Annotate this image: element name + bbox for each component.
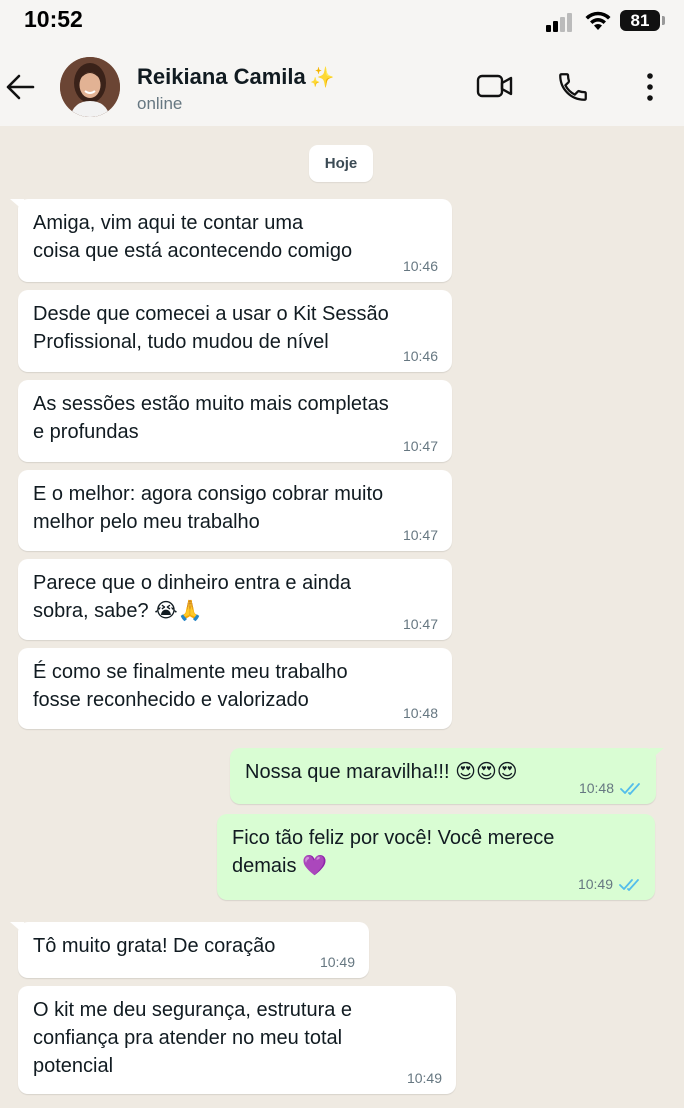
message-bubble-incoming[interactable]: Desde que comecei a usar o Kit Sessão Pr… — [18, 290, 452, 372]
video-call-icon[interactable] — [476, 72, 514, 105]
message-time: 10:47 — [402, 616, 438, 632]
bubble-tail — [650, 748, 664, 760]
message-time: 10:48 — [402, 705, 438, 721]
contact-status: online — [137, 94, 183, 113]
message-time: 10:46 — [402, 348, 438, 364]
double-check-icon — [620, 783, 640, 795]
message-text: Tô muito grata! De coração — [33, 935, 276, 957]
double-check-icon — [619, 879, 639, 891]
bubble-tail — [10, 199, 24, 211]
message-bubble-incoming[interactable]: Tô muito grata! De coração 10:49 — [10, 922, 369, 978]
message-bubble-incoming[interactable]: É como se finalmente meu trabalho fosse … — [18, 648, 452, 729]
chat-header: Reikiana Camila ✨ online — [0, 44, 684, 126]
back-arrow-icon[interactable] — [4, 72, 36, 107]
message-time: 10:49 — [406, 1070, 442, 1086]
message-time: 10:46 — [402, 258, 438, 274]
contact-name-text: Reikiana Camila — [137, 64, 306, 89]
avatar[interactable] — [60, 57, 120, 117]
message-time: 10:48 — [578, 780, 614, 796]
date-chip: Hoje — [309, 145, 373, 182]
battery-level: 81 — [630, 11, 650, 30]
message-text: E o melhor: agora consigo cobrar muito m… — [33, 483, 384, 533]
battery-indicator: 81 — [620, 10, 665, 31]
message-bubble-outgoing[interactable]: Nossa que maravilha!!! 😍😍😍 10:48 — [230, 748, 664, 804]
message-bubble-outgoing[interactable]: Fico tão feliz por você! Você merece dem… — [217, 814, 655, 900]
sparkle-icon: ✨ — [309, 67, 335, 89]
message-bubble-incoming[interactable]: O kit me deu segurança, estrutura e conf… — [18, 986, 456, 1094]
status-bar: 10:52 81 — [0, 0, 684, 44]
message-text: Fico tão feliz por você! Você merece dem… — [232, 827, 555, 877]
message-time: 10:49 — [577, 876, 613, 892]
message-bubble-incoming[interactable]: Parece que o dinheiro entra e ainda sobr… — [18, 559, 452, 640]
signal-icon — [546, 12, 574, 37]
message-bubble-incoming[interactable]: Amiga, vim aqui te contar uma coisa que … — [10, 199, 452, 282]
message-time: 10:47 — [402, 438, 438, 454]
bubble-tail — [10, 922, 24, 934]
more-options-icon[interactable] — [640, 70, 660, 109]
message-text: Parece que o dinheiro entra e ainda sobr… — [33, 572, 352, 622]
message-text: O kit me deu segurança, estrutura e conf… — [33, 999, 353, 1077]
message-time: 10:49 — [319, 954, 355, 970]
message-bubble-incoming[interactable]: E o melhor: agora consigo cobrar muito m… — [18, 470, 452, 551]
message-text: Amiga, vim aqui te contar uma coisa que … — [33, 212, 353, 262]
message-text: Nossa que maravilha!!! 😍😍😍 — [245, 761, 518, 783]
battery-tip — [662, 16, 665, 25]
message-bubble-incoming[interactable]: As sessões estão muito mais completas e … — [18, 380, 452, 462]
wifi-icon — [584, 9, 612, 36]
message-text: Desde que comecei a usar o Kit Sessão Pr… — [33, 303, 389, 353]
message-time: 10:47 — [402, 527, 438, 543]
message-text: As sessões estão muito mais completas e … — [33, 393, 389, 443]
contact-name[interactable]: Reikiana Camila ✨ — [137, 64, 335, 90]
phone-call-icon[interactable] — [556, 70, 590, 109]
status-time: 10:52 — [24, 6, 83, 32]
message-text: É como se finalmente meu trabalho fosse … — [33, 661, 348, 711]
